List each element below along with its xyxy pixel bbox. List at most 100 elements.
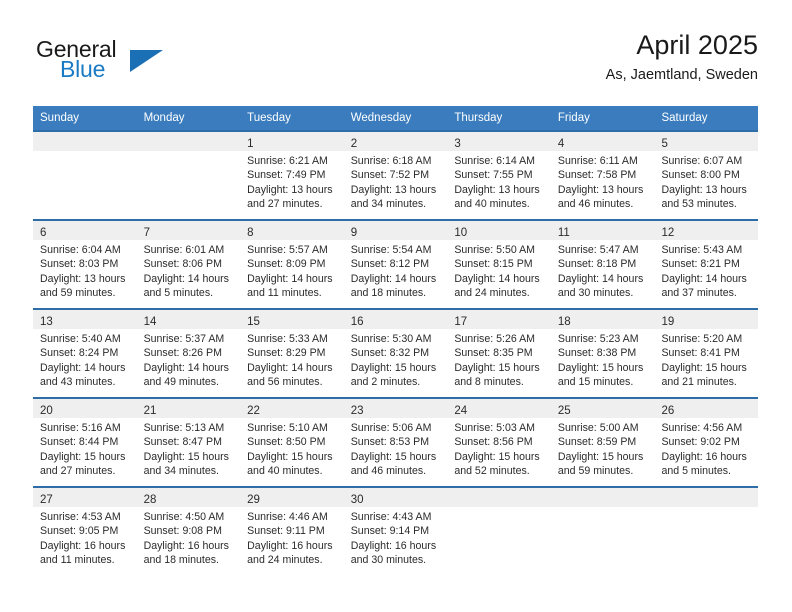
day-cell[interactable]: 4 Sunrise: 6:11 AM Sunset: 7:58 PM Dayli… — [550, 132, 655, 219]
day-cell[interactable]: 21 Sunrise: 5:13 AM Sunset: 8:47 PM Dayl… — [136, 399, 241, 486]
day-number-band: 8 — [240, 221, 344, 240]
general-blue-logo: General Blue — [33, 36, 253, 92]
day-cell[interactable]: 27 Sunrise: 4:53 AM Sunset: 9:05 PM Dayl… — [33, 488, 137, 575]
sunset-text: Sunset: 9:05 PM — [40, 525, 119, 538]
daylight-text-line2: and 11 minutes. — [247, 287, 322, 300]
day-cell[interactable]: 8 Sunrise: 5:57 AM Sunset: 8:09 PM Dayli… — [240, 221, 344, 308]
day-cell[interactable]: 7 Sunrise: 6:01 AM Sunset: 8:06 PM Dayli… — [136, 221, 241, 308]
day-number-band: 21 — [136, 399, 241, 418]
day-number-band — [654, 488, 759, 507]
daylight-text-line1: Daylight: 15 hours — [247, 450, 333, 463]
sunrise-text: Sunrise: 6:18 AM — [350, 155, 432, 167]
day-cell[interactable]: 13 Sunrise: 5:40 AM Sunset: 8:24 PM Dayl… — [33, 310, 137, 397]
day-cell[interactable]: 5 Sunrise: 6:07 AM Sunset: 8:00 PM Dayli… — [654, 132, 759, 219]
day-cell[interactable]: 28 Sunrise: 4:50 AM Sunset: 9:08 PM Dayl… — [136, 488, 241, 575]
day-cell[interactable]: 22 Sunrise: 5:10 AM Sunset: 8:50 PM Dayl… — [240, 399, 344, 486]
day-cell[interactable]: 18 Sunrise: 5:23 AM Sunset: 8:38 PM Dayl… — [550, 310, 655, 397]
sunset-text: Sunset: 8:32 PM — [350, 347, 430, 360]
day-number: 2 — [350, 138, 358, 150]
sunrise-text: Sunrise: 4:50 AM — [143, 511, 225, 523]
sunrise-text: Sunrise: 5:26 AM — [454, 333, 535, 345]
day-cell[interactable]: 15 Sunrise: 5:33 AM Sunset: 8:29 PM Dayl… — [240, 310, 344, 397]
day-number-band: 10 — [447, 221, 551, 240]
day-number-band: 30 — [343, 488, 448, 507]
weekday-header-thursday: Thursday — [454, 112, 503, 124]
day-number-band: 5 — [654, 132, 759, 151]
sunset-text: Sunset: 8:29 PM — [247, 347, 326, 360]
day-number-band: 18 — [550, 310, 655, 329]
day-cell[interactable] — [550, 488, 655, 575]
day-cell[interactable] — [33, 132, 137, 219]
day-cell[interactable] — [447, 488, 551, 575]
day-number: 8 — [247, 227, 254, 239]
day-cell[interactable]: 30 Sunrise: 4:43 AM Sunset: 9:14 PM Dayl… — [343, 488, 448, 575]
sunrise-text: Sunrise: 4:53 AM — [40, 511, 121, 523]
daylight-text-line1: Daylight: 13 hours — [454, 183, 540, 196]
sunset-text: Sunset: 8:00 PM — [661, 169, 740, 182]
day-number-band — [136, 132, 241, 151]
day-cell[interactable]: 2 Sunrise: 6:18 AM Sunset: 7:52 PM Dayli… — [343, 132, 448, 219]
day-cell[interactable]: 12 Sunrise: 5:43 AM Sunset: 8:21 PM Dayl… — [654, 221, 759, 308]
day-cell[interactable]: 29 Sunrise: 4:46 AM Sunset: 9:11 PM Dayl… — [240, 488, 344, 575]
day-cell[interactable]: 16 Sunrise: 5:30 AM Sunset: 8:32 PM Dayl… — [343, 310, 448, 397]
daylight-text-line2: and 18 minutes. — [143, 554, 219, 567]
day-cell[interactable]: 9 Sunrise: 5:54 AM Sunset: 8:12 PM Dayli… — [343, 221, 448, 308]
day-number-band — [33, 132, 137, 151]
day-cell[interactable]: 19 Sunrise: 5:20 AM Sunset: 8:41 PM Dayl… — [654, 310, 759, 397]
day-cell[interactable]: 3 Sunrise: 6:14 AM Sunset: 7:55 PM Dayli… — [447, 132, 551, 219]
week-row: 27 Sunrise: 4:53 AM Sunset: 9:05 PM Dayl… — [33, 486, 759, 575]
weekday-header-monday: Monday — [143, 112, 185, 124]
day-number-band: 25 — [550, 399, 655, 418]
sunrise-text: Sunrise: 5:10 AM — [247, 422, 328, 434]
sunrise-text: Sunrise: 5:37 AM — [143, 333, 225, 345]
day-number-band: 7 — [136, 221, 241, 240]
day-number: 6 — [40, 227, 47, 239]
daylight-text-line2: and 24 minutes. — [454, 287, 530, 300]
day-cell[interactable] — [136, 132, 241, 219]
daylight-text-line1: Daylight: 14 hours — [350, 272, 437, 285]
sunrise-text: Sunrise: 6:11 AM — [557, 155, 638, 167]
day-cell[interactable]: 23 Sunrise: 5:06 AM Sunset: 8:53 PM Dayl… — [343, 399, 448, 486]
day-cell[interactable]: 14 Sunrise: 5:37 AM Sunset: 8:26 PM Dayl… — [136, 310, 241, 397]
sunset-text: Sunset: 8:09 PM — [247, 258, 326, 271]
title-block: April 2025 As, Jaemtland, Sweden — [606, 28, 758, 86]
day-number-band — [447, 488, 551, 507]
daylight-text-line1: Daylight: 15 hours — [557, 361, 644, 374]
day-details: Sunrise: 5:57 AM Sunset: 8:09 PM Dayligh… — [240, 240, 344, 301]
day-cell[interactable]: 25 Sunrise: 5:00 AM Sunset: 8:59 PM Dayl… — [550, 399, 655, 486]
day-number-band: 22 — [240, 399, 344, 418]
day-cell[interactable] — [654, 488, 759, 575]
weekday-header-row: Sunday Monday Tuesday Wednesday Thursday… — [33, 106, 758, 130]
daylight-text-line1: Daylight: 14 hours — [143, 272, 229, 285]
day-cell[interactable]: 20 Sunrise: 5:16 AM Sunset: 8:44 PM Dayl… — [33, 399, 137, 486]
day-cell[interactable]: 10 Sunrise: 5:50 AM Sunset: 8:15 PM Dayl… — [447, 221, 551, 308]
day-cell[interactable]: 17 Sunrise: 5:26 AM Sunset: 8:35 PM Dayl… — [447, 310, 551, 397]
day-cell[interactable]: 11 Sunrise: 5:47 AM Sunset: 8:18 PM Dayl… — [550, 221, 655, 308]
day-details: Sunrise: 4:50 AM Sunset: 9:08 PM Dayligh… — [137, 507, 241, 568]
sunset-text: Sunset: 7:58 PM — [557, 169, 637, 182]
day-details: Sunrise: 5:37 AM Sunset: 8:26 PM Dayligh… — [137, 329, 241, 390]
sunset-text: Sunset: 8:15 PM — [454, 258, 533, 271]
sunrise-text: Sunrise: 5:40 AM — [40, 333, 121, 345]
day-details: Sunrise: 4:56 AM Sunset: 9:02 PM Dayligh… — [654, 418, 758, 479]
day-cell[interactable]: 24 Sunrise: 5:03 AM Sunset: 8:56 PM Dayl… — [447, 399, 551, 486]
day-number-band: 6 — [33, 221, 137, 240]
calendar-grid: Sunday Monday Tuesday Wednesday Thursday… — [33, 106, 759, 575]
sunrise-text: Sunrise: 6:14 AM — [454, 155, 535, 167]
day-cell[interactable]: 1 Sunrise: 6:21 AM Sunset: 7:49 PM Dayli… — [240, 132, 344, 219]
sunrise-text: Sunrise: 5:06 AM — [350, 422, 432, 434]
day-number-band: 3 — [447, 132, 551, 151]
daylight-text-line1: Daylight: 16 hours — [143, 539, 229, 552]
logo-triangle-icon — [130, 50, 163, 72]
day-number: 13 — [40, 316, 53, 328]
daylight-text-line2: and 34 minutes. — [143, 465, 219, 478]
daylight-text-line1: Daylight: 14 hours — [40, 361, 126, 374]
sunset-text: Sunset: 9:08 PM — [143, 525, 222, 538]
day-cell[interactable]: 26 Sunrise: 4:56 AM Sunset: 9:02 PM Dayl… — [654, 399, 759, 486]
day-cell[interactable]: 6 Sunrise: 6:04 AM Sunset: 8:03 PM Dayli… — [33, 221, 137, 308]
weekday-header-wednesday: Wednesday — [350, 112, 412, 124]
page-subtitle-location: As, Jaemtland, Sweden — [605, 67, 758, 83]
daylight-text-line1: Daylight: 13 hours — [40, 272, 126, 285]
day-number: 4 — [557, 138, 565, 150]
daylight-text-line1: Daylight: 15 hours — [454, 450, 540, 463]
